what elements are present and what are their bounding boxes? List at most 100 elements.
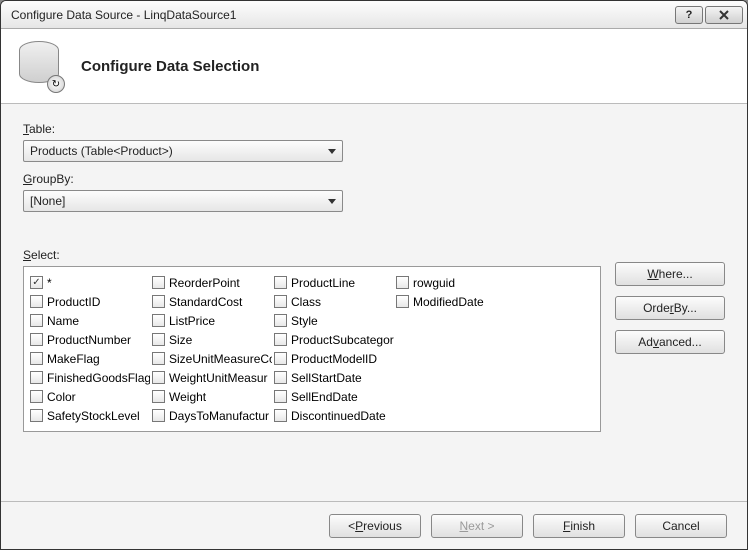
list-item[interactable]: SellStartDate — [272, 368, 394, 387]
content-area: Table: Products (Table<Product>) GroupBy… — [1, 104, 747, 501]
checkbox[interactable] — [30, 390, 43, 403]
list-item-label: ProductNumber — [47, 333, 131, 347]
list-item-label: ModifiedDate — [413, 295, 484, 309]
checkbox[interactable] — [152, 352, 165, 365]
checkbox[interactable] — [30, 352, 43, 365]
list-item-label: SellEndDate — [291, 390, 358, 404]
checkbox[interactable] — [396, 295, 409, 308]
list-item[interactable]: ProductModelID — [272, 349, 394, 368]
select-column: rowguid ModifiedDate — [394, 273, 494, 425]
list-item-label: FinishedGoodsFlag — [47, 371, 150, 385]
list-item-label: Size — [169, 333, 192, 347]
table-dropdown-value: Products (Table<Product>) — [30, 144, 328, 158]
select-label: Select: — [23, 248, 601, 262]
close-icon — [718, 10, 730, 20]
list-item-label: ListPrice — [169, 314, 215, 328]
checkbox[interactable] — [396, 276, 409, 289]
list-item-label: ProductID — [47, 295, 100, 309]
list-item-label: ReorderPoint — [169, 276, 240, 290]
list-item[interactable]: ListPrice — [150, 311, 272, 330]
list-item[interactable]: * — [28, 273, 150, 292]
dialog-window: Configure Data Source - LinqDataSource1 … — [0, 0, 748, 550]
groupby-label: GroupBy: — [23, 172, 725, 186]
checkbox[interactable] — [152, 333, 165, 346]
finish-button[interactable]: Finish — [533, 514, 625, 538]
titlebar: Configure Data Source - LinqDataSource1 … — [1, 1, 747, 29]
list-item[interactable]: MakeFlag — [28, 349, 150, 368]
table-dropdown[interactable]: Products (Table<Product>) — [23, 140, 343, 162]
checkbox[interactable] — [30, 276, 43, 289]
list-item-label: Name — [47, 314, 79, 328]
list-item[interactable]: SafetyStockLevel — [28, 406, 150, 425]
list-item-label: SellStartDate — [291, 371, 362, 385]
checkbox[interactable] — [30, 295, 43, 308]
list-item-label: Style — [291, 314, 318, 328]
checkbox[interactable] — [30, 371, 43, 384]
list-item-label: Weight — [169, 390, 206, 404]
checkbox[interactable] — [30, 409, 43, 422]
list-item[interactable]: SizeUnitMeasureCo — [150, 349, 272, 368]
select-column: ProductLine Class Style ProductSubcategor Pr… — [272, 273, 394, 425]
table-label: Table: — [23, 122, 725, 136]
checkbox[interactable] — [274, 333, 287, 346]
header-title: Configure Data Selection — [81, 58, 259, 75]
list-item-label: DaysToManufactur — [169, 409, 269, 423]
previous-button[interactable]: < Previous — [329, 514, 421, 538]
checkbox[interactable] — [274, 390, 287, 403]
list-item[interactable]: Class — [272, 292, 394, 311]
checkbox[interactable] — [30, 333, 43, 346]
list-item[interactable]: Size — [150, 330, 272, 349]
next-button: Next > — [431, 514, 523, 538]
list-item[interactable]: ProductID — [28, 292, 150, 311]
refresh-icon: ↻ — [47, 75, 65, 93]
list-item[interactable]: FinishedGoodsFlag — [28, 368, 150, 387]
help-button[interactable]: ? — [675, 6, 703, 24]
orderby-button[interactable]: OrderBy... — [615, 296, 725, 320]
list-item[interactable]: rowguid — [394, 273, 494, 292]
window-title: Configure Data Source - LinqDataSource1 — [11, 8, 673, 22]
list-item[interactable]: WeightUnitMeasur — [150, 368, 272, 387]
checkbox[interactable] — [274, 409, 287, 422]
list-item[interactable]: DiscontinuedDate — [272, 406, 394, 425]
cancel-button[interactable]: Cancel — [635, 514, 727, 538]
list-item[interactable]: Style — [272, 311, 394, 330]
list-item-label: Class — [291, 295, 321, 309]
checkbox[interactable] — [152, 409, 165, 422]
list-item[interactable]: DaysToManufactur — [150, 406, 272, 425]
list-item[interactable]: Name — [28, 311, 150, 330]
list-item-label: SafetyStockLevel — [47, 409, 140, 423]
list-item[interactable]: ProductSubcategor — [272, 330, 394, 349]
list-item-label: DiscontinuedDate — [291, 409, 386, 423]
checkbox[interactable] — [274, 295, 287, 308]
where-button[interactable]: Where... — [615, 262, 725, 286]
list-item[interactable]: Weight — [150, 387, 272, 406]
database-icon: ↻ — [19, 41, 63, 91]
list-item-label: StandardCost — [169, 295, 242, 309]
list-item[interactable]: StandardCost — [150, 292, 272, 311]
select-column: ReorderPoint StandardCost ListPrice Size Siz… — [150, 273, 272, 425]
list-item-label: rowguid — [413, 276, 455, 290]
advanced-button[interactable]: Advanced... — [615, 330, 725, 354]
list-item[interactable]: Color — [28, 387, 150, 406]
groupby-dropdown[interactable]: [None] — [23, 190, 343, 212]
close-button[interactable] — [705, 6, 743, 24]
checkbox[interactable] — [152, 314, 165, 327]
list-item-label: ProductLine — [291, 276, 355, 290]
list-item-label: ProductSubcategor — [291, 333, 394, 347]
checkbox[interactable] — [30, 314, 43, 327]
select-listbox: * ProductID Name ProductNumber MakeFlag Finis… — [23, 266, 601, 432]
checkbox[interactable] — [152, 390, 165, 403]
list-item-label: * — [47, 276, 52, 290]
checkbox[interactable] — [274, 371, 287, 384]
checkbox[interactable] — [274, 276, 287, 289]
checkbox[interactable] — [274, 314, 287, 327]
list-item[interactable]: ModifiedDate — [394, 292, 494, 311]
list-item[interactable]: ReorderPoint — [150, 273, 272, 292]
checkbox[interactable] — [274, 352, 287, 365]
list-item[interactable]: ProductLine — [272, 273, 394, 292]
checkbox[interactable] — [152, 276, 165, 289]
checkbox[interactable] — [152, 295, 165, 308]
list-item[interactable]: ProductNumber — [28, 330, 150, 349]
list-item[interactable]: SellEndDate — [272, 387, 394, 406]
checkbox[interactable] — [152, 371, 165, 384]
